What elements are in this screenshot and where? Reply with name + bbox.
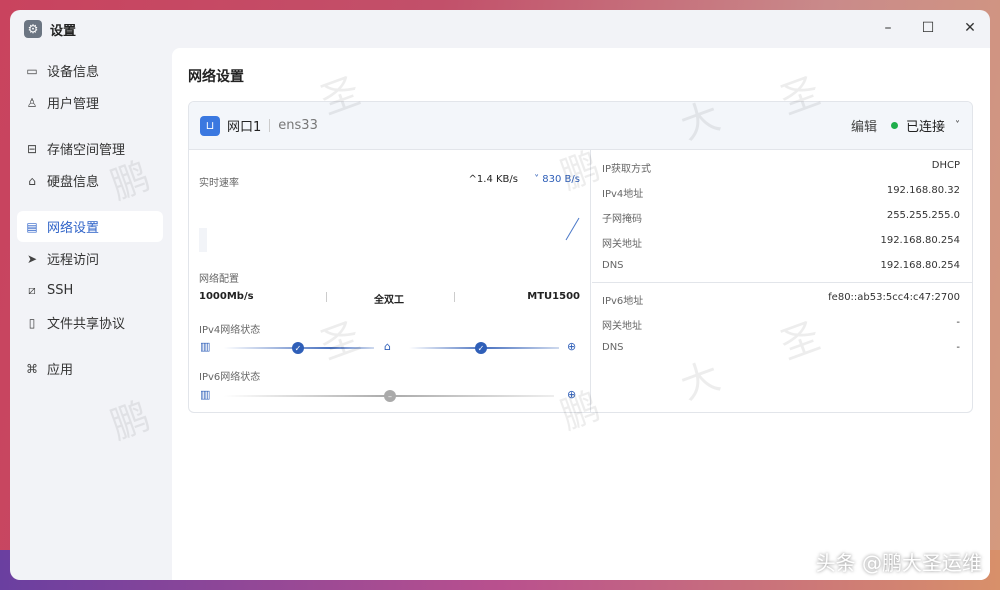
mtu: MTU1500 [527, 291, 580, 302]
sidebar-item-label: 应用 [47, 363, 74, 378]
info-row: 网关地址 - [602, 317, 960, 333]
sidebar-item-label: 远程访问 [47, 253, 100, 268]
upload-rate: ^1.4 KB/s [468, 174, 518, 185]
globe-icon: ⊕ [567, 388, 577, 401]
config-label: 网络配置 [199, 274, 239, 285]
status-dot [890, 122, 898, 129]
window-title: 设置 [50, 23, 77, 39]
send-icon: ➤ [26, 251, 38, 266]
network-port-card: ⊔ 网口1 ens33 编辑 已连接 ˅ 实时速率 ^1.4 KB/s ˅ 83… [188, 101, 973, 413]
info-key: DNS [602, 342, 624, 353]
chevron-down-icon[interactable]: ˅ [955, 120, 960, 131]
info-value: 192.168.80.254 [880, 260, 960, 271]
info-row: 网关地址 192.168.80.254 [602, 235, 960, 251]
sidebar-item-label: 硬盘信息 [47, 175, 100, 190]
sidebar-item-label: 设备信息 [47, 65, 100, 80]
device-icon: ▥ [200, 388, 211, 401]
port-header[interactable]: ⊔ 网口1 ens33 编辑 已连接 ˅ [189, 102, 972, 150]
divider [326, 292, 327, 302]
info-value: 255.255.255.0 [886, 210, 960, 221]
router-icon: ⌂ [384, 340, 391, 353]
sidebar-item-users[interactable]: ♙ 用户管理 [17, 87, 163, 118]
sidebar-item-label: 用户管理 [47, 97, 100, 112]
status-badge: 已连接 [905, 120, 945, 135]
sidebar-item-label: SSH [47, 283, 74, 298]
sidebar-item-ssh[interactable]: ⧄ SSH [17, 275, 163, 306]
watermark-credit: 头条 @鹏大圣运维 [815, 551, 982, 575]
divider [592, 282, 972, 283]
port-device: ens33 [278, 118, 318, 133]
sidebar: ▭ 设备信息 ♙ 用户管理 ⊟ 存储空间管理 ⌂ 硬盘信息 ▤ 网络设置 ➤ 远程访问 ⧄ S… [10, 48, 170, 385]
sidebar-item-storage[interactable]: ⊟ 存储空间管理 [17, 133, 163, 164]
close-button[interactable]: ✕ [960, 20, 980, 36]
check-icon: ✓ [475, 342, 487, 354]
port-name: 网口1 [227, 120, 262, 135]
title-bar: ⚙ 设置 [10, 10, 990, 48]
info-value: DHCP [931, 160, 960, 171]
sidebar-item-remote[interactable]: ➤ 远程访问 [17, 243, 163, 274]
info-key: 网关地址 [602, 239, 642, 250]
port-status-panel: 实时速率 ^1.4 KB/s ˅ 830 B/s 网络配置 1000Mb/s 全… [189, 150, 591, 412]
ipv6-status-label: IPv6网络状态 [199, 372, 261, 383]
edit-button[interactable]: 编辑 [851, 116, 877, 135]
info-row: IP获取方式 DHCP [602, 160, 960, 176]
user-icon: ♙ [26, 95, 38, 110]
apps-icon: ⌘ [26, 361, 38, 376]
info-value: fe80::ab53:5cc4:c47:2700 [828, 292, 960, 303]
info-key: 网关地址 [602, 321, 642, 332]
info-key: DNS [602, 260, 624, 271]
main-panel: 网络设置 ⊔ 网口1 ens33 编辑 已连接 ˅ 实时速率 ^1.4 KB/s… [172, 48, 990, 580]
info-key: IPv4地址 [602, 189, 644, 200]
sidebar-item-label: 存储空间管理 [47, 143, 126, 158]
graph-line [565, 217, 580, 241]
info-value: 192.168.80.32 [886, 185, 960, 196]
maximize-button[interactable]: ☐ [918, 20, 938, 36]
info-row: IPv6地址 fe80::ab53:5cc4:c47:2700 [602, 292, 960, 308]
monitor-icon: ▭ [26, 63, 38, 78]
globe-icon: ⊕ [567, 340, 577, 353]
speed-label: 实时速率 [199, 178, 239, 189]
ipv4-status-label: IPv4网络状态 [199, 325, 261, 336]
info-key: IP获取方式 [602, 164, 651, 175]
ethernet-port-icon: ⊔ [200, 115, 220, 136]
device-icon: ▥ [200, 340, 211, 353]
sidebar-item-label: 网络设置 [47, 221, 100, 236]
info-key: 子网掩码 [602, 214, 642, 225]
info-key: IPv6地址 [602, 296, 644, 307]
check-icon: ✓ [292, 342, 304, 354]
info-row: DNS 192.168.80.254 [602, 260, 960, 276]
gear-icon: ⚙ [24, 20, 42, 38]
info-row: IPv4地址 192.168.80.32 [602, 185, 960, 201]
link-speed: 1000Mb/s [199, 291, 254, 302]
download-rate: ˅ 830 B/s [534, 174, 580, 185]
sidebar-item-disk[interactable]: ⌂ 硬盘信息 [17, 165, 163, 196]
ip-info-panel: IP获取方式 DHCP IPv4地址 192.168.80.32 子网掩码 255.255… [592, 150, 972, 412]
network-icon: ▤ [26, 219, 38, 234]
minimize-button[interactable]: – [878, 20, 898, 36]
info-value: 192.168.80.254 [880, 235, 960, 246]
sidebar-item-file-sharing[interactable]: ▯ 文件共享协议 [17, 307, 163, 338]
speed-graph [199, 217, 580, 252]
sidebar-item-apps[interactable]: ⌘ 应用 [17, 353, 163, 384]
info-row: 子网掩码 255.255.255.0 [602, 210, 960, 226]
watermark: 鹏 [104, 393, 156, 448]
sidebar-item-network[interactable]: ▤ 网络设置 [17, 211, 163, 242]
duplex: 全双工 [374, 295, 404, 306]
graph-area [199, 228, 207, 252]
info-value: - [956, 317, 960, 328]
page-title: 网络设置 [188, 69, 244, 85]
code-icon: ⧄ [28, 283, 36, 297]
divider [269, 119, 271, 132]
info-value: - [956, 342, 960, 353]
sidebar-item-device-info[interactable]: ▭ 设备信息 [17, 55, 163, 86]
info-row: DNS - [602, 342, 960, 358]
divider [454, 292, 455, 302]
sidebar-item-label: 文件共享协议 [47, 317, 126, 332]
file-icon: ▯ [28, 315, 36, 330]
settings-window: ⚙ 设置 – ☐ ✕ ▭ 设备信息 ♙ 用户管理 ⊟ 存储空间管理 ⌂ 硬盘信息 ▤ 网络… [10, 10, 990, 580]
storage-icon: ⊟ [26, 141, 38, 156]
disk-icon: ⌂ [28, 173, 36, 188]
minus-icon: – [384, 390, 396, 402]
